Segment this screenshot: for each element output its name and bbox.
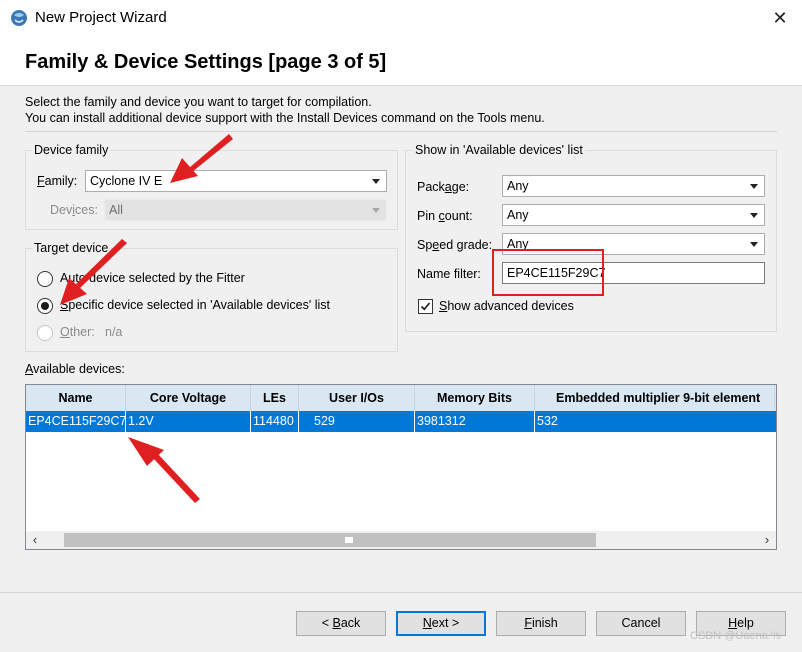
package-select[interactable]: Any: [502, 175, 765, 197]
chevron-right-icon[interactable]: ›: [758, 531, 776, 549]
column-header-memory-bits[interactable]: Memory Bits: [415, 385, 535, 411]
cell-memory-bits: 3981312: [415, 411, 535, 432]
chevron-down-icon: [372, 179, 380, 184]
scrollbar-thumb[interactable]: [64, 533, 596, 547]
radio-other-device-label: Other:: [60, 325, 95, 339]
available-devices-table[interactable]: Name Core Voltage LEs User I/Os Memory B…: [25, 384, 777, 550]
family-select-value: Cyclone IV E: [90, 174, 163, 188]
chevron-down-icon: [372, 208, 380, 213]
quartus-app-icon: [11, 10, 27, 26]
chevron-down-icon: [750, 242, 758, 247]
device-family-group-label: Device family: [32, 143, 111, 157]
cell-embedded-multiplier: 532: [537, 414, 558, 428]
column-header-name[interactable]: Name: [26, 385, 126, 411]
watermark: CSDN @Uaena.%: [690, 630, 781, 642]
title-bar: New Project Wizard ✕: [0, 0, 802, 36]
window-title: New Project Wizard: [35, 9, 167, 26]
package-select-value: Any: [507, 179, 529, 193]
pin-count-select-value: Any: [507, 208, 529, 222]
pin-count-label: Pin count:: [417, 209, 473, 223]
other-device-value: n/a: [105, 325, 123, 339]
table-header: Name Core Voltage LEs User I/Os Memory B…: [26, 385, 776, 411]
family-select[interactable]: Cyclone IV E: [85, 170, 387, 192]
chevron-down-icon: [750, 184, 758, 189]
close-icon[interactable]: ✕: [762, 4, 798, 32]
table-row[interactable]: EP4CE115F29C7 1.2V 114480 529 3981312 53…: [26, 411, 776, 432]
cell-les: 114480: [251, 411, 299, 432]
description-line-2: You can install additional device suppor…: [25, 111, 545, 125]
next-button[interactable]: Next >: [396, 611, 486, 636]
devices-select-value: All: [109, 203, 123, 217]
footer-separator: [0, 592, 802, 593]
scrollbar-grip: [345, 537, 353, 543]
show-advanced-checkbox[interactable]: [418, 299, 433, 314]
name-filter-label: Name filter:: [417, 267, 481, 281]
horizontal-scrollbar[interactable]: ‹ ›: [26, 531, 776, 549]
cell-core-voltage: 1.2V: [126, 411, 251, 432]
finish-button[interactable]: Finish: [496, 611, 586, 636]
package-label: Package:: [417, 180, 470, 194]
radio-auto-device-label[interactable]: Auto device selected by the Fitter: [60, 271, 245, 285]
column-header-user-ios[interactable]: User I/Os: [299, 385, 415, 411]
description-line-1: Select the family and device you want to…: [25, 95, 372, 109]
radio-specific-device-label[interactable]: Specific device selected in 'Available d…: [60, 298, 330, 312]
radio-auto-device[interactable]: [37, 271, 53, 287]
radio-other-device: [37, 325, 53, 341]
chevron-left-icon[interactable]: ‹: [26, 531, 44, 549]
radio-specific-device[interactable]: [37, 298, 53, 314]
cell-user-ios: 529: [299, 411, 415, 432]
page-title: Family & Device Settings [page 3 of 5]: [25, 51, 387, 73]
available-devices-label: Available devices:: [25, 362, 125, 376]
show-in-list-group-label: Show in 'Available devices' list: [413, 143, 585, 157]
scrollbar-track[interactable]: [44, 531, 758, 549]
wizard-header: Family & Device Settings [page 3 of 5]: [0, 36, 802, 86]
check-icon: [420, 302, 431, 311]
annotation-highlight-box: [492, 249, 604, 296]
column-header-embedded-multiplier[interactable]: Embedded multiplier 9-bit element: [535, 385, 775, 411]
devices-label: Devices:: [50, 203, 98, 217]
devices-select: All: [104, 199, 387, 221]
show-advanced-label[interactable]: Show advanced devices: [439, 299, 574, 313]
pin-count-select[interactable]: Any: [502, 204, 765, 226]
chevron-down-icon: [750, 213, 758, 218]
family-label: Family:: [37, 174, 78, 188]
column-header-core-voltage[interactable]: Core Voltage: [126, 385, 251, 411]
target-device-group-label: Target device: [32, 241, 111, 255]
cancel-button[interactable]: Cancel: [596, 611, 686, 636]
speed-grade-label: Speed grade:: [417, 238, 493, 252]
back-button[interactable]: < Back: [296, 611, 386, 636]
header-separator: [25, 131, 777, 132]
cell-name: EP4CE115F29C7: [26, 411, 126, 432]
column-header-les[interactable]: LEs: [251, 385, 299, 411]
